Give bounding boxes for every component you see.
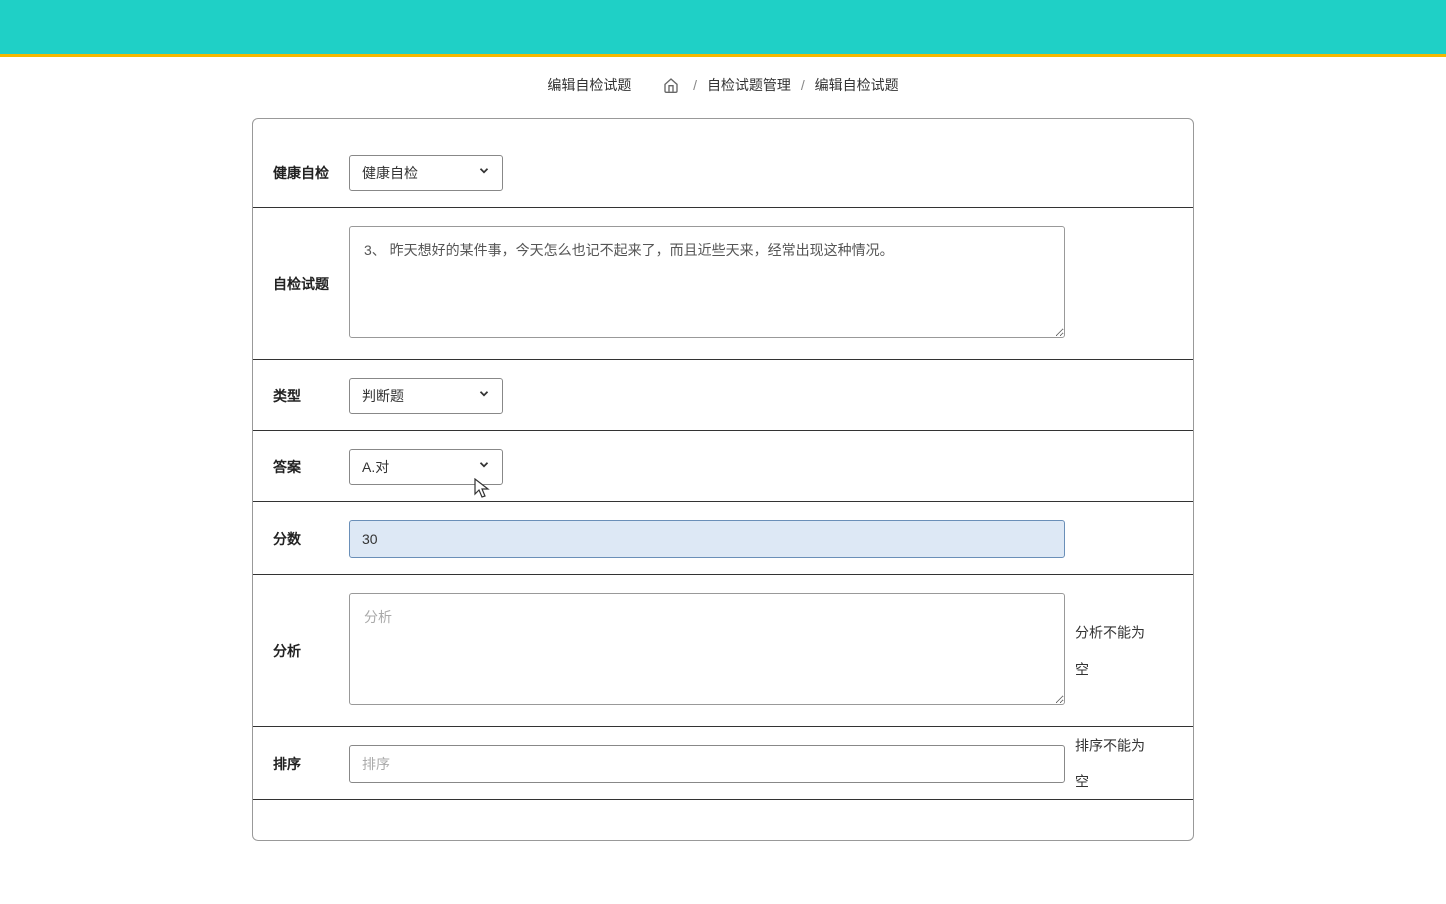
row-score: 分数 xyxy=(253,502,1193,575)
label-answer: 答案 xyxy=(273,457,349,477)
answer-select[interactable]: A.对 xyxy=(349,449,503,485)
row-type: 类型 判断题 xyxy=(253,360,1193,431)
breadcrumb-current: 编辑自检试题 xyxy=(815,77,899,93)
label-question: 自检试题 xyxy=(273,274,349,294)
row-answer: 答案 A.对 xyxy=(253,431,1193,502)
score-input[interactable] xyxy=(349,520,1065,558)
home-icon[interactable] xyxy=(663,77,679,96)
label-sort: 排序 xyxy=(273,754,349,774)
category-select[interactable]: 健康自检 xyxy=(349,155,503,191)
top-bar xyxy=(0,0,1446,54)
page-title: 编辑自检试题 xyxy=(547,77,631,93)
label-type: 类型 xyxy=(273,386,349,406)
sort-error: 排序不能为空 xyxy=(1075,727,1155,800)
breadcrumb-sep: / xyxy=(693,77,697,93)
sort-input[interactable] xyxy=(349,745,1065,783)
row-sort: 排序 排序不能为空 xyxy=(253,727,1193,800)
row-category: 健康自检 健康自检 xyxy=(253,137,1193,208)
label-analysis: 分析 xyxy=(273,641,349,661)
label-score: 分数 xyxy=(273,529,349,549)
question-textarea[interactable]: 3、 昨天想好的某件事，今天怎么也记不起来了，而且近些天来，经常出现这种情况。 xyxy=(349,226,1065,338)
breadcrumb-sep: / xyxy=(801,77,805,93)
row-analysis: 分析 分析不能为空 xyxy=(253,575,1193,727)
row-question: 自检试题 3、 昨天想好的某件事，今天怎么也记不起来了，而且近些天来，经常出现这… xyxy=(253,208,1193,360)
analysis-textarea[interactable] xyxy=(349,593,1065,705)
type-select[interactable]: 判断题 xyxy=(349,378,503,414)
form-container: 健康自检 健康自检 自检试题 3、 昨天想好的某件事，今天怎么也记不起 xyxy=(252,118,1194,841)
breadcrumb-link-management[interactable]: 自检试题管理 xyxy=(707,77,791,93)
analysis-error: 分析不能为空 xyxy=(1075,615,1155,688)
breadcrumb: 编辑自检试题 / 自检试题管理 / 编辑自检试题 xyxy=(0,57,1446,118)
label-category: 健康自检 xyxy=(273,163,349,183)
